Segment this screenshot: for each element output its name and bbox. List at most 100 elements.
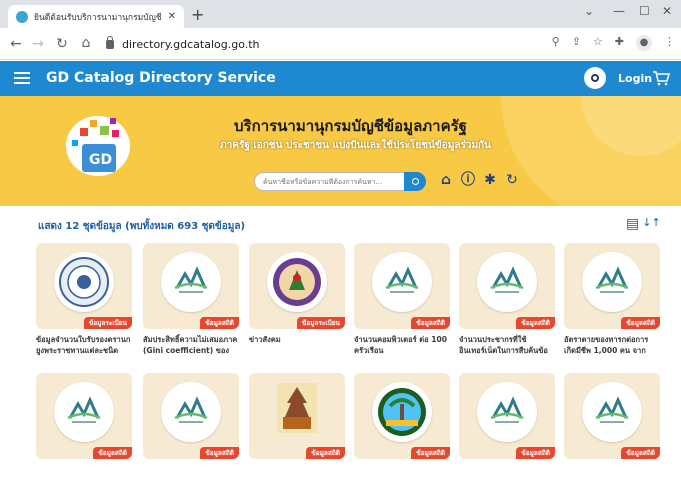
tab-close-icon[interactable]: ✕ bbox=[168, 11, 176, 22]
maximize-button[interactable]: ☐ bbox=[639, 4, 650, 18]
dataset-title[interactable] bbox=[143, 464, 239, 486]
dataset-thumbnail[interactable]: ข้อมูลสถิติ bbox=[143, 243, 239, 329]
dataset-thumbnail[interactable]: ข้อมูลสถิติ bbox=[36, 373, 132, 459]
close-window-button[interactable]: ✕ bbox=[662, 4, 672, 18]
banner-title: บริการนามานุกรมบัญชีข้อมูลภาครัฐ bbox=[234, 117, 467, 135]
home-icon[interactable]: ⌂ bbox=[76, 35, 96, 51]
organization-logo-icon bbox=[54, 382, 114, 442]
site-brand[interactable]: GD Catalog Directory Service bbox=[46, 70, 276, 86]
extensions-icon[interactable]: ✚ bbox=[615, 35, 624, 51]
organization-logo-icon bbox=[372, 252, 432, 312]
organization-logo-icon bbox=[161, 382, 221, 442]
dataset-card[interactable]: ข้อมูลระเบียนข้อมูลจำนวนใบรับรองตรานกยูง… bbox=[36, 243, 132, 356]
dataset-thumbnail[interactable]: ข้อมูลสถิติ bbox=[354, 243, 450, 329]
zoom-icon[interactable]: ⚲ bbox=[552, 35, 560, 51]
cart-icon[interactable] bbox=[652, 70, 670, 86]
dataset-title[interactable] bbox=[354, 464, 450, 486]
dataset-card[interactable]: ข้อมูลสถิติ bbox=[36, 373, 132, 486]
organization-logo-icon bbox=[582, 252, 642, 312]
search-icon bbox=[411, 178, 419, 185]
share-icon[interactable]: ⇪ bbox=[572, 35, 581, 51]
dataset-title[interactable]: จำนวนประชากรที่ใช้อินเทอร์เน็ตในการสืบค้… bbox=[459, 334, 555, 356]
organization-logo-icon bbox=[582, 382, 642, 442]
tab-search-icon[interactable]: ⌄ bbox=[584, 4, 594, 18]
organization-logo-icon bbox=[477, 382, 537, 442]
dataset-card[interactable]: ข้อมูลสถิติ bbox=[249, 373, 345, 486]
organization-logo-icon bbox=[161, 252, 221, 312]
dataset-type-badge: ข้อมูลสถิติ bbox=[411, 447, 450, 459]
dataset-title[interactable]: อัตราตายของทารกต่อการเกิดมีชีพ 1,000 คน … bbox=[564, 334, 660, 356]
home-icon[interactable]: ⌂ bbox=[438, 172, 454, 188]
organization-logo-icon bbox=[273, 377, 321, 439]
dataset-title[interactable] bbox=[36, 464, 132, 486]
bookmark-star-icon[interactable]: ☆ bbox=[593, 35, 603, 51]
refresh-icon[interactable]: ↻ bbox=[504, 172, 520, 188]
dataset-thumbnail[interactable]: ข้อมูลระเบียน bbox=[249, 243, 345, 329]
tab-title: ยินดีต้อนรับบริการนามานุกรมบัญชีข้อมูล bbox=[34, 12, 162, 23]
organization-logo-icon bbox=[372, 382, 432, 442]
dataset-thumbnail[interactable]: ข้อมูลสถิติ bbox=[459, 373, 555, 459]
dataset-card[interactable]: ข้อมูลสถิติจำนวนประชากรที่ใช้อินเทอร์เน็… bbox=[459, 243, 555, 356]
dataset-thumbnail[interactable]: ข้อมูลสถิติ bbox=[459, 243, 555, 329]
dataset-thumbnail[interactable]: ข้อมูลสถิติ bbox=[143, 373, 239, 459]
search-button[interactable] bbox=[404, 172, 426, 191]
list-view-icon[interactable]: ▤ bbox=[626, 216, 639, 232]
dataset-card[interactable]: ข้อมูลสถิติ bbox=[459, 373, 555, 486]
url-bar[interactable]: directory.gdcatalog.go.th bbox=[106, 32, 556, 56]
new-tab-button[interactable]: + bbox=[191, 5, 204, 24]
dataset-type-badge: ข้อมูลระเบียน bbox=[83, 317, 132, 329]
dataset-thumbnail[interactable]: ข้อมูลสถิติ bbox=[564, 373, 660, 459]
dataset-card[interactable]: ข้อมูลสถิติอัตราตายของทารกต่อการเกิดมีชี… bbox=[564, 243, 660, 356]
sort-icon[interactable]: ↓↑ bbox=[642, 216, 660, 232]
dataset-thumbnail[interactable]: ข้อมูลสถิติ bbox=[249, 373, 345, 459]
dataset-title[interactable]: สัมประสิทธิ์ความไม่เสมอภาค (Gini coeffic… bbox=[143, 334, 239, 356]
lock-icon[interactable] bbox=[106, 35, 114, 49]
dataset-type-badge: ข้อมูลระเบียน bbox=[296, 317, 345, 329]
dataset-type-badge: ข้อมูลสถิติ bbox=[306, 447, 345, 459]
dataset-type-badge: ข้อมูลสถิติ bbox=[516, 447, 555, 459]
dataset-title[interactable]: ข่าวสังคม bbox=[249, 334, 345, 356]
url-text[interactable]: directory.gdcatalog.go.th bbox=[122, 38, 260, 51]
dataset-card[interactable]: ข้อมูลสถิติจำนวนคอมพิวเตอร์ ต่อ 100 ครัว… bbox=[354, 243, 450, 356]
dataset-type-badge: ข้อมูลสถิติ bbox=[200, 447, 239, 459]
login-link[interactable]: Login bbox=[618, 72, 652, 85]
dataset-type-badge: ข้อมูลสถิติ bbox=[200, 317, 239, 329]
dataset-type-badge: ข้อมูลสถิติ bbox=[621, 447, 660, 459]
minimize-button[interactable]: — bbox=[613, 4, 625, 18]
reload-icon[interactable]: ↻ bbox=[52, 36, 72, 52]
address-bar-row: ← → ↻ ⌂ directory.gdcatalog.go.th ⚲ ⇪ ☆ … bbox=[0, 28, 681, 60]
favicon-icon bbox=[16, 10, 28, 23]
dataset-type-badge: ข้อมูลสถิติ bbox=[93, 447, 132, 459]
dataset-card[interactable]: ข้อมูลสถิติสัมประสิทธิ์ความไม่เสมอภาค (G… bbox=[143, 243, 239, 356]
browser-tab[interactable]: ยินดีต้อนรับบริการนามานุกรมบัญชีข้อมูล ✕ bbox=[8, 5, 184, 28]
profile-icon[interactable]: ● bbox=[636, 35, 652, 51]
dataset-title[interactable] bbox=[459, 464, 555, 486]
forward-arrow-icon[interactable]: → bbox=[28, 36, 48, 52]
dataset-card[interactable]: ข้อมูลสถิติ bbox=[564, 373, 660, 486]
result-count: แสดง 12 ชุดข้อมูล (พบทั้งหมด 693 ชุดข้อม… bbox=[38, 221, 246, 232]
search-box bbox=[254, 172, 426, 191]
dataset-card[interactable]: ข้อมูลระเบียนข่าวสังคม bbox=[249, 243, 345, 356]
back-arrow-icon[interactable]: ← bbox=[6, 36, 26, 52]
dataset-title[interactable]: ข้อมูลจำนวนใบรับรองตรานกยูงพระราชทานแต่ล… bbox=[36, 334, 132, 356]
hamburger-menu-icon[interactable] bbox=[14, 72, 30, 84]
dataset-thumbnail[interactable]: ข้อมูลระเบียน bbox=[36, 243, 132, 329]
logo-letters: GD bbox=[89, 152, 112, 168]
dataset-title[interactable] bbox=[249, 464, 345, 486]
menu-dots-icon[interactable]: ⋮ bbox=[664, 35, 675, 51]
settings-gear-icon[interactable]: ✱ bbox=[482, 172, 498, 188]
dataset-thumbnail[interactable]: ข้อมูลสถิติ bbox=[564, 243, 660, 329]
dataset-thumbnail[interactable]: ข้อมูลสถิติ bbox=[354, 373, 450, 459]
dataset-title[interactable]: จำนวนคอมพิวเตอร์ ต่อ 100 ครัวเรือน bbox=[354, 334, 450, 356]
dataset-title[interactable] bbox=[564, 464, 660, 486]
organization-logo-icon bbox=[477, 252, 537, 312]
view-options: ▤ ↓↑ bbox=[626, 216, 661, 232]
search-input[interactable] bbox=[263, 177, 403, 186]
banner-subtitle: ภาครัฐ เอกชน ประชาชน แบ่งปันและใช้ประโยช… bbox=[220, 140, 491, 151]
user-icon[interactable] bbox=[584, 67, 606, 89]
dataset-card[interactable]: ข้อมูลสถิติ bbox=[354, 373, 450, 486]
info-icon[interactable]: ⓘ bbox=[460, 172, 476, 188]
dataset-card[interactable]: ข้อมูลสถิติ bbox=[143, 373, 239, 486]
browser-tab-bar: ยินดีต้อนรับบริการนามานุกรมบัญชีข้อมูล ✕… bbox=[0, 0, 681, 28]
dataset-type-badge: ข้อมูลสถิติ bbox=[411, 317, 450, 329]
